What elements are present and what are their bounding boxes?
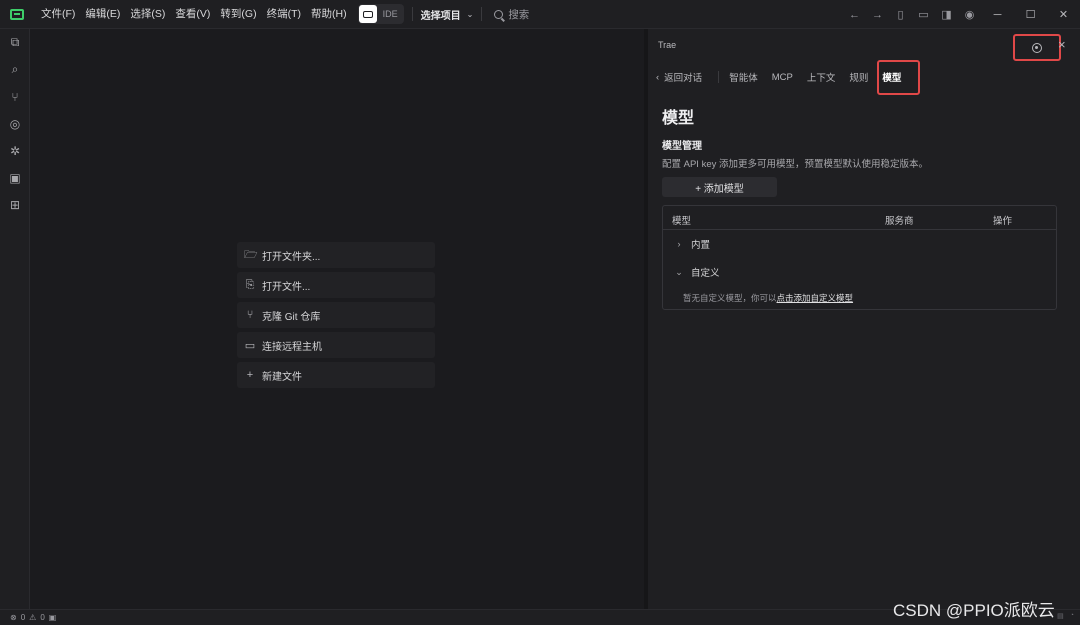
notification-icon[interactable]: ◔: [1070, 612, 1074, 620]
warning-icon[interactable]: ⚠: [29, 613, 36, 622]
remote-explorer-icon[interactable]: ▣: [0, 164, 30, 191]
close-icon[interactable]: ×: [1058, 37, 1066, 52]
connect-remote-button[interactable]: ▭ 连接远程主机: [237, 332, 435, 358]
column-provider: 服务商: [885, 216, 914, 227]
section-title: 模型管理: [662, 141, 702, 152]
chevron-left-icon: ‹: [656, 71, 660, 83]
solo-mode-icon[interactable]: [358, 5, 377, 23]
status-right: ▤ ◔: [1057, 612, 1074, 620]
forward-arrow-icon[interactable]: →: [866, 0, 889, 29]
open-file-button[interactable]: ⎘ 打开文件...: [237, 272, 435, 298]
layout-icon[interactable]: ▤: [1057, 612, 1064, 620]
account-icon[interactable]: ◉: [958, 0, 981, 29]
preview-icon[interactable]: ◎: [0, 110, 30, 137]
table-header: 模型 服务商 操作: [663, 206, 1056, 230]
error-count[interactable]: 0: [21, 613, 25, 622]
search-label: 搜索: [508, 8, 530, 21]
menu-terminal[interactable]: 终端(T): [262, 0, 306, 29]
back-arrow-icon[interactable]: ←: [843, 0, 866, 29]
folder-open-icon: 🗁: [244, 248, 258, 261]
tab-mcp[interactable]: MCP: [772, 72, 793, 83]
empty-text: 暂无自定义模型，你可以: [683, 293, 777, 303]
chevron-right-icon: ›: [677, 239, 681, 249]
close-window-icon[interactable]: ✕: [1047, 0, 1080, 29]
empty-custom-note: 暂无自定义模型，你可以点击添加自定义模型: [683, 292, 853, 304]
tab-context[interactable]: 上下文: [807, 70, 836, 84]
menu-bar: 文件(F) 编辑(E) 选择(S) 查看(V) 转到(G) 终端(T) 帮助(H…: [36, 0, 352, 29]
activity-bar: ⧉ ⌕ ⑂ ◎ ✲ ▣ ⊞: [0, 29, 30, 609]
project-select-label: 选择项目: [420, 10, 461, 22]
back-to-chat-label: 返回对话: [664, 73, 703, 84]
chevron-down-icon: ⌄: [675, 266, 683, 277]
panel-title: Trae: [658, 40, 677, 50]
ports-icon[interactable]: ▣: [49, 613, 57, 622]
title-bar: 文件(F) 编辑(E) 选择(S) 查看(V) 转到(G) 终端(T) 帮助(H…: [0, 0, 1080, 29]
minimize-icon[interactable]: ─: [981, 0, 1014, 29]
debug-icon[interactable]: ✲: [0, 137, 30, 164]
search-files-icon[interactable]: ⌕: [0, 56, 30, 83]
project-select[interactable]: 选择项目 ⌄: [421, 7, 474, 22]
tab-agents[interactable]: 智能体: [729, 70, 758, 84]
command-search[interactable]: 搜索: [494, 7, 529, 22]
group-builtin-label: 内置: [691, 240, 711, 251]
error-icon[interactable]: ⊗: [10, 613, 17, 622]
search-icon: [494, 9, 504, 19]
clone-git-label: 克隆 Git 仓库: [262, 311, 321, 323]
settings-highlight[interactable]: [1013, 34, 1061, 61]
trae-logo-icon: [10, 8, 24, 20]
editor-area: 🗁 打开文件夹... ⎘ 打开文件... ⑂ 克隆 Git 仓库 ▭ 连接远程主…: [30, 29, 644, 609]
group-builtin[interactable]: › 内置: [663, 230, 1056, 258]
menu-file[interactable]: 文件(F): [36, 0, 80, 29]
toggle-secondary-sidebar-icon[interactable]: ◨: [935, 0, 958, 29]
watermark: CSDN @PPIO派欧云: [893, 601, 1055, 620]
title-separator: [411, 7, 413, 21]
menu-goto[interactable]: 转到(G): [215, 0, 261, 29]
add-custom-model-link[interactable]: 点击添加自定义模型: [777, 293, 854, 303]
menu-selection[interactable]: 选择(S): [125, 0, 170, 29]
explorer-icon[interactable]: ⧉: [0, 29, 30, 56]
clone-git-button[interactable]: ⑂ 克隆 Git 仓库: [237, 302, 435, 328]
plus-icon: +: [246, 369, 254, 381]
models-table: 模型 服务商 操作 › 内置 ⌄ 自定义 暂无自定义模型，你可以点击添加自定义模…: [662, 205, 1057, 310]
add-model-button[interactable]: + 添加模型: [662, 177, 777, 197]
column-actions: 操作: [993, 216, 1013, 227]
ai-settings-panel: Trae × ‹ 返回对话 智能体 MCP 上下文 规则 模型 模型 模型管理 …: [648, 29, 1080, 609]
open-folder-button[interactable]: 🗁 打开文件夹...: [237, 242, 435, 268]
warning-count[interactable]: 0: [40, 613, 44, 622]
open-folder-label: 打开文件夹...: [262, 251, 321, 263]
git-branch-icon: ⑂: [246, 309, 254, 321]
new-file-button[interactable]: + 新建文件: [237, 362, 435, 388]
toggle-panel-icon[interactable]: ▭: [912, 0, 935, 29]
maximize-icon[interactable]: ☐: [1014, 0, 1047, 29]
title-controls: ← → ▯ ▭ ◨ ◉ ─ ☐ ✕: [843, 0, 1080, 29]
column-model: 模型: [672, 216, 692, 227]
start-actions: 🗁 打开文件夹... ⎘ 打开文件... ⑂ 克隆 Git 仓库 ▭ 连接远程主…: [237, 242, 435, 392]
extensions-icon[interactable]: ⊞: [0, 191, 30, 218]
toggle-sidebar-icon[interactable]: ▯: [889, 0, 912, 29]
menu-edit[interactable]: 编辑(E): [80, 0, 125, 29]
mode-switch[interactable]: IDE: [357, 4, 404, 24]
source-control-icon[interactable]: ⑂: [0, 83, 30, 110]
gear-icon[interactable]: [1032, 42, 1042, 53]
title-separator: [481, 7, 483, 21]
ide-mode-label[interactable]: IDE: [383, 9, 398, 19]
open-file-label: 打开文件...: [262, 281, 311, 293]
terminal-icon: ▭: [244, 339, 256, 352]
models-tab-highlight: [877, 60, 920, 95]
menu-view[interactable]: 查看(V): [170, 0, 215, 29]
group-custom[interactable]: ⌄ 自定义: [663, 258, 1056, 286]
section-description: 配置 API key 添加更多可用模型，预置模型默认使用稳定版本。: [662, 159, 929, 170]
tab-separator: [718, 71, 720, 83]
group-custom-label: 自定义: [691, 268, 720, 279]
chevron-down-icon: ⌄: [466, 9, 474, 19]
new-file-label: 新建文件: [262, 371, 302, 383]
connect-remote-label: 连接远程主机: [262, 341, 322, 353]
back-to-chat-button[interactable]: ‹ 返回对话: [656, 70, 703, 85]
menu-help[interactable]: 帮助(H): [306, 0, 352, 29]
tab-rules[interactable]: 规则: [849, 70, 868, 84]
file-open-icon: ⎘: [245, 278, 255, 291]
page-title: 模型: [662, 110, 695, 127]
